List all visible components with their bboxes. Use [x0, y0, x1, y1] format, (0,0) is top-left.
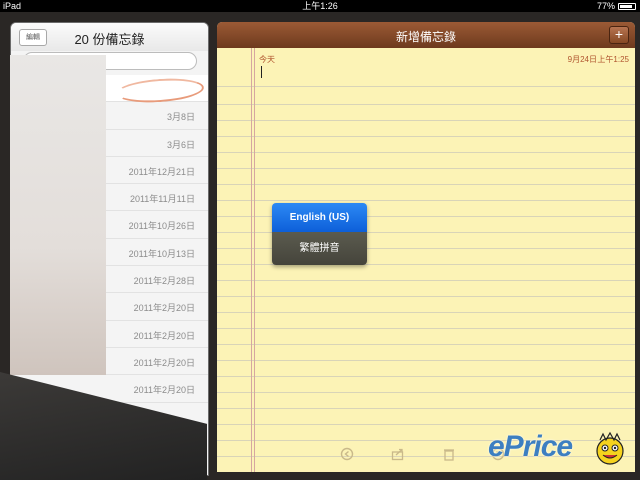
keyboard-option-english[interactable]: English (US) — [272, 203, 367, 232]
watermark-logo: ePrice — [488, 430, 573, 463]
list-item-date: 2011年2月28日 — [133, 276, 195, 287]
note-time: 上午1:25 — [597, 55, 629, 64]
blurred-titles-region — [10, 55, 106, 375]
status-time: 上午1:26 — [302, 1, 338, 11]
battery-indicator: 77% — [597, 0, 636, 12]
battery-percent: 77% — [596, 1, 615, 11]
list-item-date: 2011年10月26日 — [128, 221, 195, 232]
list-item-date: 3月6日 — [166, 139, 195, 150]
text-cursor — [261, 66, 262, 78]
watermark-mascot-icon — [596, 431, 624, 465]
list-item-date: 2011年2月20日 — [133, 385, 195, 396]
add-note-button[interactable]: + — [609, 26, 629, 44]
list-item-date: 2011年12月21日 — [128, 166, 195, 177]
keyboard-language-popup: English (US) 繁體拼音 — [272, 203, 367, 265]
back-arrow-icon[interactable] — [340, 447, 354, 461]
note-today-label: 今天 — [259, 55, 275, 64]
list-item-date: 2011年2月20日 — [133, 357, 195, 368]
list-item-date: 3月8日 — [166, 112, 195, 123]
battery-icon — [618, 2, 636, 10]
keyboard-option-pinyin[interactable]: 繁體拼音 — [272, 232, 367, 265]
list-item-date: 2011年10月13日 — [128, 248, 195, 259]
list-title: 20 份備忘錄 — [74, 32, 145, 47]
trash-icon[interactable] — [442, 447, 456, 461]
list-item-date: 2011年2月20日 — [133, 303, 195, 314]
list-item-date: 2011年11月11日 — [129, 194, 195, 205]
margin-line — [254, 48, 255, 472]
list-item-date: 2011年2月20日 — [133, 330, 195, 341]
note-header: 新增備忘錄 + — [217, 22, 635, 49]
status-bar: iPad 上午1:26 77% — [0, 0, 640, 12]
note-date: 9月24日 — [567, 55, 597, 64]
margin-line — [251, 48, 252, 472]
list-header: 編輯 20 份備忘錄 — [11, 23, 208, 51]
highlight-annotation — [115, 75, 205, 106]
note-title: 新增備忘錄 — [395, 30, 456, 44]
share-icon[interactable] — [391, 447, 405, 461]
